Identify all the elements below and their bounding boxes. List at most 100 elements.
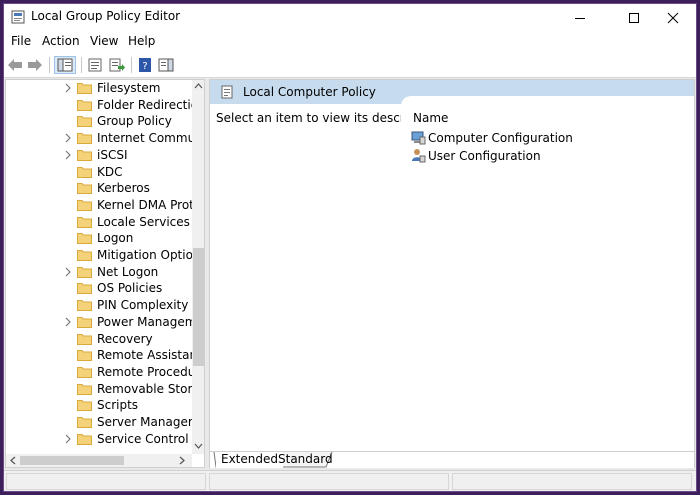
folder-icon bbox=[77, 400, 92, 412]
tree-item[interactable]: PIN Complexity bbox=[6, 297, 192, 313]
show-hide-console-tree-button[interactable] bbox=[54, 56, 76, 74]
expand-chevron-icon[interactable] bbox=[63, 317, 73, 327]
folder-icon bbox=[77, 116, 92, 128]
tree-item[interactable]: Remote Assistance bbox=[6, 347, 192, 363]
policy-document-icon bbox=[221, 85, 233, 99]
export-list-icon bbox=[109, 58, 125, 72]
content-area: Filesystem Folder Redirection Group Policy… bbox=[4, 78, 696, 470]
tree-item[interactable]: Folder Redirection bbox=[6, 97, 192, 113]
folder-icon bbox=[77, 199, 92, 211]
folder-icon bbox=[77, 433, 92, 445]
expand-chevron-icon[interactable] bbox=[63, 133, 73, 143]
tree-item[interactable]: Service Control Ma bbox=[6, 431, 192, 447]
tree-item[interactable]: Net Logon bbox=[6, 264, 192, 280]
expand-chevron-icon[interactable] bbox=[63, 434, 73, 444]
item-list: Name Computer Configuration User Configu… bbox=[401, 96, 694, 448]
scrollbar-thumb[interactable] bbox=[193, 248, 204, 366]
minimize-icon bbox=[575, 17, 585, 19]
close-button[interactable] bbox=[650, 4, 696, 31]
svg-text:?: ? bbox=[142, 61, 147, 72]
tree-item[interactable]: Scripts bbox=[6, 397, 192, 413]
tree-item-label: Remote Procedure bbox=[97, 364, 192, 379]
tree-item-label: Internet Communi bbox=[97, 131, 192, 146]
tree-item-label: Recovery bbox=[97, 331, 153, 346]
tree-item[interactable]: KDC bbox=[6, 164, 192, 180]
folder-icon bbox=[77, 166, 92, 178]
show-action-pane-button[interactable] bbox=[156, 56, 176, 74]
group-policy-app-icon bbox=[11, 10, 25, 24]
tree-item-label: Remote Assistance bbox=[97, 348, 192, 363]
tree-item[interactable]: Internet Communi bbox=[6, 130, 192, 146]
menu-action[interactable]: Action bbox=[42, 34, 80, 48]
tree-item-label: Removable Storage bbox=[97, 381, 192, 396]
tree-item[interactable]: Kernel DMA Protec bbox=[6, 197, 192, 213]
scroll-left-icon[interactable] bbox=[9, 456, 17, 465]
list-item-label: User Configuration bbox=[428, 149, 541, 163]
help-button[interactable]: ? bbox=[136, 56, 154, 74]
tree-item-label: OS Policies bbox=[97, 281, 163, 296]
tree-item-label: Net Logon bbox=[97, 264, 159, 279]
forward-button[interactable] bbox=[26, 56, 44, 74]
status-cell bbox=[209, 473, 449, 490]
scrollbar-thumb[interactable] bbox=[20, 456, 124, 465]
expand-chevron-icon[interactable] bbox=[63, 267, 73, 277]
properties-button[interactable] bbox=[85, 56, 105, 74]
tree-item-label: Kernel DMA Protec bbox=[97, 197, 192, 212]
tree-horizontal-scrollbar[interactable] bbox=[6, 454, 192, 467]
tree-item[interactable]: Logon bbox=[6, 230, 192, 246]
tree-item[interactable]: iSCSI bbox=[6, 147, 192, 163]
tree-item-label: Locale Services bbox=[97, 214, 190, 229]
folder-icon bbox=[77, 417, 92, 428]
tree-item-label: Mitigation Options bbox=[97, 248, 192, 262]
status-cell bbox=[452, 473, 692, 490]
menu-help[interactable]: Help bbox=[128, 34, 155, 48]
minimize-button[interactable] bbox=[557, 4, 603, 31]
tree-item[interactable]: Locale Services bbox=[6, 214, 192, 230]
tree-item[interactable]: Server Manager bbox=[6, 414, 192, 430]
menu-bar: File Action View Help bbox=[4, 31, 696, 53]
tree-vertical-scrollbar[interactable] bbox=[192, 80, 204, 454]
status-cell bbox=[6, 473, 206, 490]
close-icon bbox=[667, 12, 679, 23]
folder-icon bbox=[77, 233, 92, 245]
properties-icon bbox=[88, 58, 102, 72]
tree-item[interactable]: OS Policies bbox=[6, 280, 192, 296]
tree-item[interactable]: Power Managemer bbox=[6, 314, 192, 330]
back-button[interactable] bbox=[6, 56, 24, 74]
tree-item[interactable]: Group Policy bbox=[6, 113, 192, 129]
folder-icon bbox=[77, 83, 92, 94]
view-tabs: Extended Standard bbox=[210, 451, 694, 468]
user-configuration-icon bbox=[412, 149, 426, 163]
scroll-right-icon[interactable] bbox=[178, 456, 186, 465]
scroll-down-icon[interactable] bbox=[194, 442, 203, 450]
export-list-button[interactable] bbox=[107, 56, 127, 74]
maximize-icon bbox=[629, 12, 639, 23]
folder-icon bbox=[77, 216, 92, 228]
tree-item[interactable]: Filesystem bbox=[6, 80, 192, 96]
folder-icon bbox=[77, 366, 92, 378]
folder-icon bbox=[77, 250, 92, 261]
folder-icon bbox=[77, 350, 92, 362]
menu-file[interactable]: File bbox=[11, 34, 31, 48]
folder-icon bbox=[77, 383, 92, 395]
menu-view[interactable]: View bbox=[90, 34, 118, 48]
folder-icon bbox=[77, 300, 92, 312]
tree-item[interactable]: Recovery bbox=[6, 331, 192, 347]
expand-chevron-icon[interactable] bbox=[63, 150, 73, 160]
folder-icon bbox=[77, 133, 92, 145]
tab-standard[interactable]: Standard bbox=[273, 452, 338, 468]
toolbar-separator bbox=[81, 57, 82, 73]
tree-item[interactable]: Mitigation Options bbox=[6, 247, 192, 263]
tree-item[interactable]: Kerberos bbox=[6, 180, 192, 196]
folder-icon bbox=[77, 183, 92, 195]
expand-chevron-icon[interactable] bbox=[63, 83, 73, 93]
status-bar bbox=[4, 470, 696, 491]
tree-item-label: iSCSI bbox=[97, 147, 128, 162]
detail-header-title: Local Computer Policy bbox=[243, 85, 376, 99]
folder-icon bbox=[77, 283, 92, 295]
scroll-up-icon[interactable] bbox=[194, 82, 203, 90]
tree-item[interactable]: Removable Storage bbox=[6, 381, 192, 397]
tree-item-label: Service Control Ma bbox=[97, 431, 192, 446]
tree-item[interactable]: Remote Procedure bbox=[6, 364, 192, 380]
column-header-name[interactable]: Name bbox=[413, 111, 448, 125]
